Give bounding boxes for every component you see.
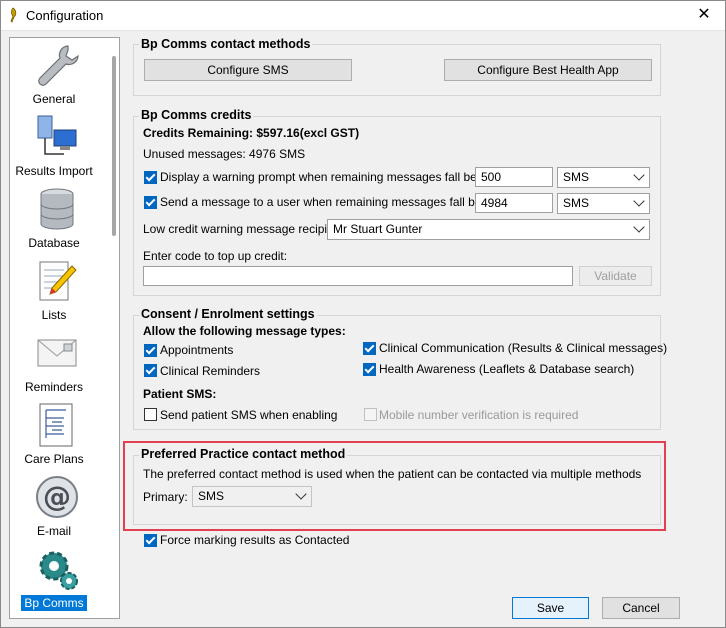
credits-title: Bp Comms credits [139,108,254,122]
close-button[interactable]: ✕ [682,0,726,30]
allow-types-heading: Allow the following message types: [143,324,346,338]
sidebar-item-bp-comms[interactable]: Bp Comms [10,544,102,616]
sidebar-item-label: Bp Comms [10,595,98,611]
topup-code-label: Enter code to top up credit: [143,249,288,263]
warning-unit-select[interactable]: SMS [557,167,650,188]
sidebar-item-database[interactable]: Database [10,184,102,256]
cancel-button[interactable]: Cancel [602,597,680,619]
unused-messages: Unused messages: 4976 SMS [143,147,306,161]
preferred-contact-description: The preferred contact method is used whe… [143,467,642,481]
send-unit-select[interactable]: SMS [557,193,650,214]
sidebar-item-email[interactable]: @ E-mail [10,472,102,544]
sidebar-item-label: General [32,92,76,106]
topup-code-input[interactable] [143,266,573,286]
configure-sms-button[interactable]: Configure SMS [144,59,352,81]
sidebar-item-label: E-mail [36,524,71,538]
sidebar-item-label: Care Plans [24,452,84,466]
configure-best-health-app-button[interactable]: Configure Best Health App [444,59,652,81]
sidebar-item-general[interactable]: General [10,40,102,112]
chevron-down-icon [295,488,307,500]
send-patient-sms-checkbox[interactable] [144,408,157,421]
sidebar-item-label: Results Import [15,164,93,178]
mobile-verification-checkbox[interactable] [364,408,377,421]
envelope-icon [37,339,77,367]
force-marking-checkbox[interactable] [144,534,157,547]
gears-icon [39,551,78,590]
appointments-checkbox[interactable] [144,344,157,357]
sidebar-item-lists[interactable]: Lists [10,256,102,328]
at-sign-icon: @ [36,476,78,518]
window-title: Configuration [26,8,104,23]
send-threshold-input[interactable]: 4984 [475,193,553,213]
credits-remaining: Credits Remaining: $597.16(excl GST) [143,126,360,140]
mobile-verification-label: Mobile number verification is required [379,408,579,422]
recipient-select[interactable]: Mr Stuart Gunter [327,219,650,240]
wrench-icon [38,45,79,86]
clinical-reminders-checkbox[interactable] [144,364,157,377]
chevron-down-icon [633,221,645,233]
recipient-label: Low credit warning message recipient: [143,222,348,236]
warning-prompt-checkbox[interactable] [144,171,157,184]
chevron-down-icon [633,195,645,207]
document-tree-icon [39,403,73,447]
clinical-communication-label: Clinical Communication (Results & Clinic… [379,341,668,355]
primary-label: Primary: [143,490,188,504]
send-message-label: Send a message to a user when remaining … [160,195,503,209]
primary-contact-select[interactable]: SMS [192,486,312,507]
health-awareness-checkbox[interactable] [363,363,376,376]
database-icon [40,188,74,230]
warning-threshold-input[interactable]: 500 [475,167,553,187]
sidebar-item-label: Reminders [24,380,84,394]
config-sidebar: General Results Import Database Lists Re… [9,37,120,619]
warning-prompt-label: Display a warning prompt when remaining … [160,170,499,184]
clinical-communication-checkbox[interactable] [363,342,376,355]
sidebar-scrollbar[interactable] [107,38,119,618]
svg-text:@: @ [43,480,71,513]
sidebar-item-reminders[interactable]: Reminders [10,328,102,400]
send-message-checkbox[interactable] [144,196,157,209]
patient-sms-heading: Patient SMS: [143,387,217,401]
sidebar-item-results-import[interactable]: Results Import [10,112,102,184]
sidebar-item-label: Database [28,236,80,250]
save-button[interactable]: Save [512,597,589,619]
chevron-down-icon [633,169,645,181]
computer-network-icon [37,115,77,155]
consent-title: Consent / Enrolment settings [139,307,317,321]
clinical-reminders-label: Clinical Reminders [160,364,261,378]
preferred-contact-title: Preferred Practice contact method [139,447,348,461]
validate-button[interactable]: Validate [579,266,652,286]
health-awareness-label: Health Awareness (Leaflets & Database se… [379,362,635,376]
send-patient-sms-label: Send patient SMS when enabling [160,408,338,422]
appointments-label: Appointments [160,343,234,357]
contact-methods-title: Bp Comms contact methods [139,37,313,51]
scrollbar-thumb[interactable] [112,56,116,236]
app-logo-icon [10,7,17,23]
sidebar-item-care-plans[interactable]: Care Plans [10,400,102,472]
notepad-pencil-icon [39,261,77,301]
sidebar-item-label: Lists [41,308,67,322]
title-bar: Configuration ✕ [0,0,726,31]
force-marking-label: Force marking results as Contacted [160,533,350,547]
